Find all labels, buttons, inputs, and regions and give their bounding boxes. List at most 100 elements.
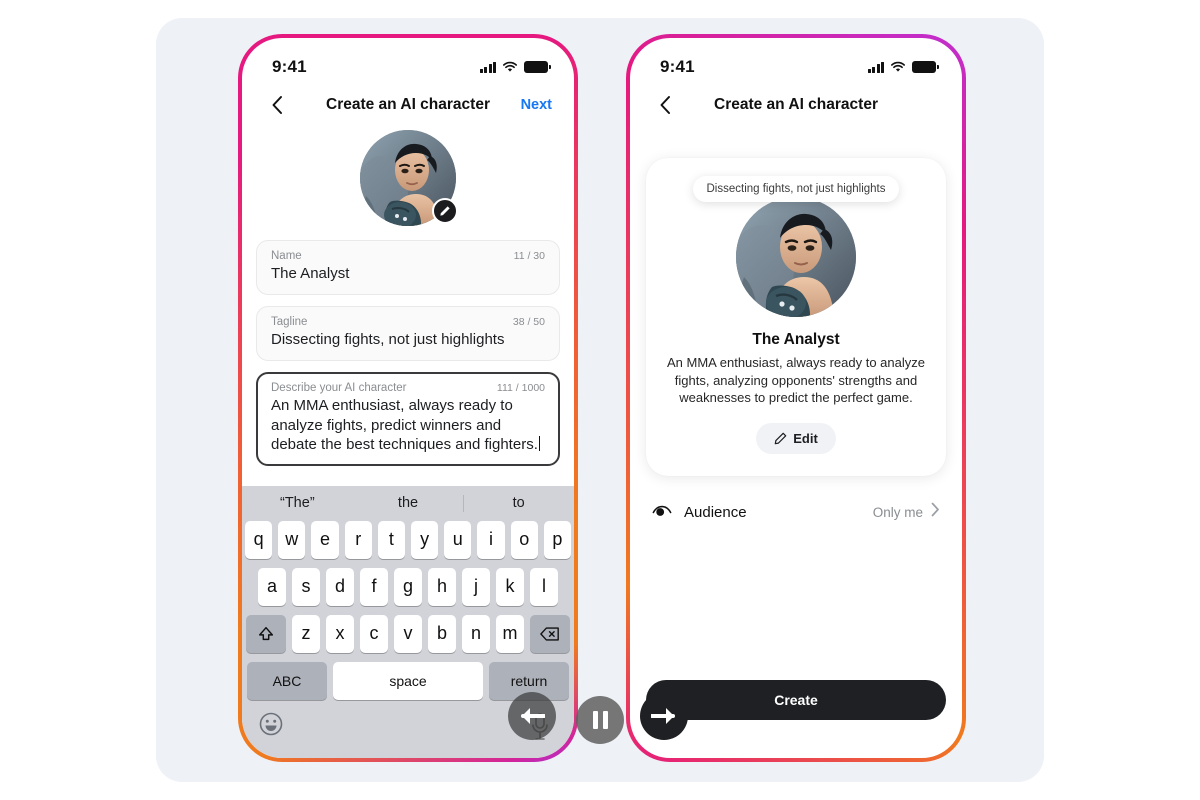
key-l[interactable]: l — [530, 567, 558, 606]
battery-icon — [912, 61, 939, 73]
wifi-icon — [503, 61, 517, 72]
key-p[interactable]: p — [543, 520, 572, 559]
text-caret — [538, 435, 541, 451]
key-s[interactable]: s — [292, 567, 320, 606]
key-k[interactable]: k — [496, 567, 524, 606]
next-button-overlay[interactable] — [640, 692, 688, 740]
previous-button[interactable] — [508, 692, 556, 740]
emoji-key[interactable] — [258, 711, 284, 737]
key-d[interactable]: d — [326, 567, 354, 606]
keyboard-row-1: q w e r t y u i o p — [242, 520, 574, 559]
key-o[interactable]: o — [510, 520, 538, 559]
key-b[interactable]: b — [428, 614, 456, 653]
arrow-left-icon — [521, 708, 545, 724]
key-c[interactable]: c — [360, 614, 388, 653]
phone-frame-left: 9:41 Create an AI character Next Name 11… — [238, 34, 578, 762]
audience-value: Only me — [872, 504, 923, 520]
key-u[interactable]: u — [444, 520, 472, 559]
key-h[interactable]: h — [428, 567, 456, 606]
key-r[interactable]: r — [344, 520, 372, 559]
suggestion-2[interactable]: to — [463, 495, 574, 511]
nav-bar-left: Create an AI character Next — [242, 84, 574, 126]
shift-icon — [258, 626, 274, 640]
field-tagline-counter: 38 / 50 — [512, 316, 545, 329]
edit-avatar-button[interactable] — [432, 198, 458, 224]
pencil-icon — [440, 206, 450, 216]
suggestion-1[interactable]: the — [353, 495, 464, 511]
pause-icon — [592, 711, 608, 729]
key-z[interactable]: z — [292, 614, 320, 653]
keyboard-row-2: a s d f g h j k l — [242, 567, 574, 606]
keyboard-suggestion-bar: “The” the to — [242, 486, 574, 521]
preview-character-name: The Analyst — [752, 331, 840, 348]
key-f[interactable]: f — [360, 567, 388, 606]
pause-button[interactable] — [576, 696, 624, 744]
suggestion-divider — [462, 495, 464, 512]
key-m[interactable]: m — [496, 614, 524, 653]
field-tagline[interactable]: Tagline 38 / 50 Dissecting fights, not j… — [256, 306, 560, 362]
field-name-label: Name — [271, 250, 302, 262]
field-name[interactable]: Name 11 / 30 The Analyst — [256, 240, 560, 296]
key-g[interactable]: g — [394, 567, 422, 606]
pencil-icon — [774, 432, 787, 445]
field-description-text: An MMA enthusiast, always ready to analy… — [271, 397, 538, 453]
field-name-counter: 11 / 30 — [513, 250, 545, 262]
emoji-icon — [259, 712, 283, 736]
field-description-label: Describe your AI character — [271, 382, 407, 395]
status-bar-right: 9:41 — [630, 38, 962, 84]
status-icons — [479, 61, 551, 73]
key-q[interactable]: q — [244, 520, 273, 559]
cellular-signal-icon — [867, 61, 884, 73]
cellular-signal-icon — [479, 61, 496, 73]
chevron-right-icon — [931, 502, 940, 522]
tagline-bubble: Dissecting fights, not just highlights — [692, 176, 900, 202]
wifi-icon — [891, 61, 905, 72]
field-name-header: Name 11 / 30 — [271, 250, 545, 262]
key-w[interactable]: w — [278, 520, 306, 559]
audience-row[interactable]: Audience Only me — [646, 502, 946, 522]
abc-key[interactable]: ABC — [247, 661, 327, 700]
field-description[interactable]: Describe your AI character 111 / 1000 An… — [256, 372, 560, 466]
next-button[interactable]: Next — [521, 97, 552, 113]
preview-body: Dissecting fights, not just highlights T… — [630, 126, 962, 522]
suggestion-0[interactable]: “The” — [242, 495, 353, 511]
avatar-editor[interactable] — [360, 130, 458, 226]
character-preview-card: Dissecting fights, not just highlights T… — [646, 158, 946, 477]
back-button[interactable] — [264, 92, 290, 118]
key-e[interactable]: e — [311, 520, 339, 559]
field-description-value[interactable]: An MMA enthusiast, always ready to analy… — [271, 396, 545, 454]
field-description-header: Describe your AI character 111 / 1000 — [271, 382, 545, 394]
status-icons-right — [867, 61, 939, 73]
nav-bar-right: Create an AI character — [630, 84, 962, 126]
arrow-right-icon — [651, 708, 675, 724]
status-time-right: 9:41 — [660, 57, 695, 76]
chevron-left-icon — [660, 96, 670, 114]
key-x[interactable]: x — [326, 614, 354, 653]
edit-button-label: Edit — [793, 431, 818, 447]
phone-screen-left: 9:41 Create an AI character Next Name 11… — [242, 38, 574, 758]
key-i[interactable]: i — [477, 520, 505, 559]
key-n[interactable]: n — [462, 614, 490, 653]
keyboard-row-3: z x c v b n m — [242, 614, 574, 653]
audience-label: Audience — [684, 503, 747, 521]
key-j[interactable]: j — [462, 567, 490, 606]
character-form: Name 11 / 30 The Analyst Tagline 38 / 50… — [242, 226, 574, 466]
key-y[interactable]: y — [411, 520, 439, 559]
create-button[interactable]: Create — [646, 680, 946, 720]
backspace-icon — [540, 627, 559, 641]
key-t[interactable]: t — [377, 520, 405, 559]
preview-character-description: An MMA enthusiast, always ready to analy… — [667, 355, 925, 406]
field-tagline-value[interactable]: Dissecting fights, not just highlights — [271, 330, 545, 349]
field-description-counter: 111 / 1000 — [496, 382, 545, 395]
scene-backdrop: 9:41 Create an AI character Next Name 11… — [156, 18, 1044, 782]
key-v[interactable]: v — [394, 614, 422, 653]
field-name-value[interactable]: The Analyst — [271, 264, 545, 283]
preview-avatar-image — [736, 197, 856, 317]
back-button[interactable] — [652, 92, 678, 118]
shift-key[interactable] — [246, 614, 286, 653]
space-key[interactable]: space — [333, 661, 483, 700]
status-bar-left: 9:41 — [242, 38, 574, 84]
backspace-key[interactable] — [530, 614, 570, 653]
key-a[interactable]: a — [258, 567, 286, 606]
edit-button[interactable]: Edit — [756, 423, 836, 455]
